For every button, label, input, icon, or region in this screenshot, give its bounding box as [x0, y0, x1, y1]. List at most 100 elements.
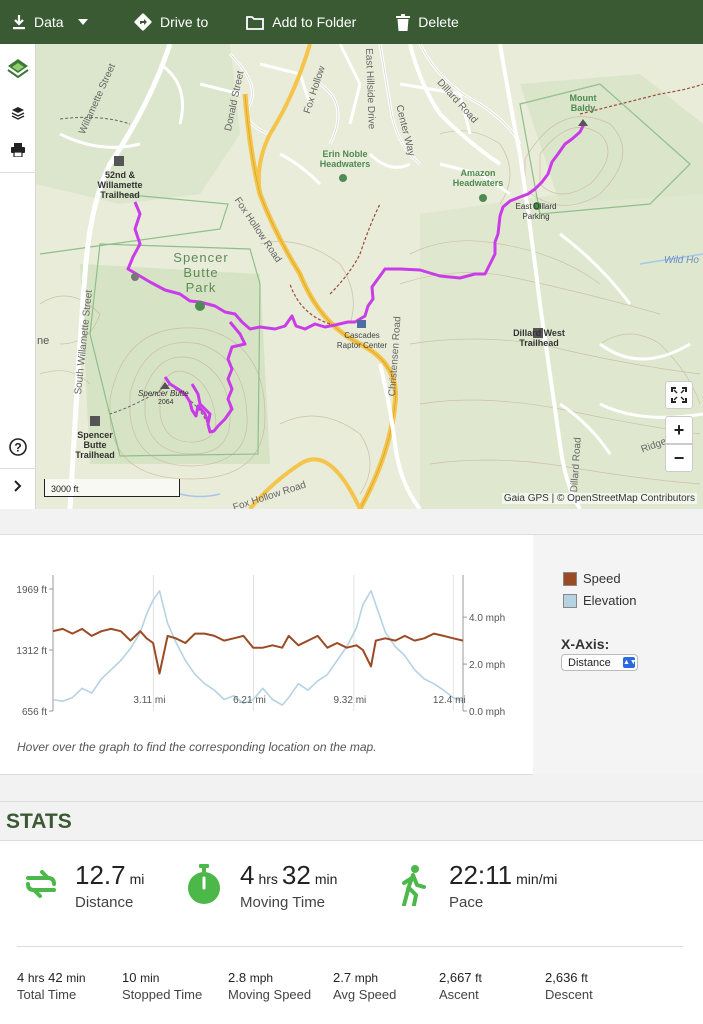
descent-unit: ft	[581, 971, 588, 985]
moving-min-number: 32	[281, 860, 311, 890]
stopped-time-value: 10 min	[122, 970, 202, 985]
distance-unit: mi	[129, 871, 145, 887]
zoom-out-button[interactable]: −	[665, 444, 693, 472]
stat-descent: 2,636 ft Descent	[545, 970, 593, 1002]
stats-title: STATS	[6, 810, 72, 833]
layers-icon	[11, 107, 25, 120]
legend-swatch-speed	[563, 571, 577, 586]
descent-label: Descent	[545, 987, 593, 1002]
map-label-erin-noble-headwaters: Erin Noble Headwaters	[319, 149, 371, 169]
descent-value: 2,636 ft	[545, 970, 593, 985]
plot-area	[53, 575, 463, 711]
fullscreen-icon	[671, 387, 687, 403]
y-left-tick-label: 656 ft	[22, 707, 47, 718]
layers-button[interactable]	[0, 96, 36, 130]
layers-stack-green-icon	[7, 59, 29, 79]
stat-avg-speed: 2.7 mph Avg Speed	[333, 970, 396, 1002]
help-button[interactable]: ?	[0, 430, 36, 464]
minus-icon: −	[673, 447, 685, 468]
avg-speed-unit: mph	[354, 971, 379, 985]
stats-divider	[17, 946, 683, 947]
map-label-wild-hog: Wild Ho	[664, 255, 699, 266]
avg-speed-number: 2.7	[333, 970, 352, 985]
y-right-tick-label: 4.0 mph	[469, 613, 505, 624]
map-label-east-dillard-parking: East Dillard Parking	[515, 202, 557, 221]
stat-pace-value: 22:11 min/mi	[449, 860, 561, 891]
map-label-ne: ne	[37, 335, 50, 347]
map-styles-button[interactable]	[0, 52, 36, 86]
stopped-time-unit: min	[140, 971, 160, 985]
expand-panel-button[interactable]	[0, 469, 36, 503]
x-tick-label: 12.4 mi	[433, 695, 466, 706]
elevation-speed-chart[interactable]: 1969 ft 1312 ft 656 ft 4.0 mph 2.0 mph 0.0 mp…	[0, 535, 533, 735]
x-tick-label: 9.32 mi	[333, 695, 366, 706]
fullscreen-button[interactable]	[665, 381, 693, 409]
map-left-rail: ?	[0, 44, 36, 509]
trash-icon	[396, 13, 411, 31]
print-icon	[11, 143, 25, 157]
total-time-label: Total Time	[17, 987, 77, 1002]
walking-person-icon	[402, 865, 426, 906]
y-left-tick-label: 1312 ft	[16, 646, 47, 657]
ascent-value: 2,667 ft	[439, 970, 482, 985]
graph-hover-hint: Hover over the graph to find the corresp…	[17, 740, 377, 754]
svg-text:?: ?	[14, 441, 21, 455]
total-time-value: 4 hrs 42 min	[17, 970, 86, 985]
moving-min-unit: min	[314, 871, 338, 887]
x-tick-label: 6.21 mi	[233, 695, 266, 706]
map-label-dillard-west-trailhead: Dillard West Trailhead	[513, 328, 565, 348]
ascent-label: Ascent	[439, 987, 479, 1002]
avg-speed-value: 2.7 mph	[333, 970, 396, 985]
section-gap	[0, 509, 703, 535]
map-view[interactable]: Spencer Butte Park Willamette Street Sou…	[0, 44, 703, 509]
stopwatch-icon	[188, 864, 220, 904]
data-menu-button[interactable]: Data	[0, 0, 118, 44]
y-right-tick-label: 2.0 mph	[469, 660, 505, 671]
zoom-in-button[interactable]: +	[665, 416, 693, 444]
x-axis-title: X-Axis:	[561, 636, 610, 652]
data-menu-label: Data	[34, 14, 64, 30]
map-label-52nd-trailhead: 52nd & Willamette Trailhead	[97, 170, 143, 200]
stats-header: STATS	[0, 801, 703, 841]
delete-button[interactable]: Delete	[396, 0, 459, 44]
ascent-number: 2,667	[439, 970, 472, 985]
stat-pace-label: Pace	[449, 894, 484, 911]
stat-ascent: 2,667 ft Ascent	[439, 970, 482, 1002]
legend-swatch-elevation	[563, 593, 577, 608]
help-icon: ?	[9, 438, 27, 456]
distance-number: 12.7	[75, 860, 126, 890]
stat-distance-value: 12.7 mi	[75, 860, 148, 891]
total-time-min: 42	[48, 970, 63, 985]
add-to-folder-button[interactable]: Add to Folder	[246, 0, 356, 44]
stat-stopped-time: 10 min Stopped Time	[122, 970, 202, 1002]
legend-item-speed: Speed	[563, 571, 621, 586]
ascent-unit: ft	[475, 971, 482, 985]
map-label-spencer-butte-trailhead: Spencer Butte Trailhead	[75, 430, 115, 460]
map-attribution[interactable]: Gaia GPS | © OpenStreetMap Contributors	[501, 493, 697, 504]
stat-moving-speed: 2.8 mph Moving Speed	[228, 970, 311, 1002]
stat-moving-time-label: Moving Time	[240, 894, 326, 911]
pace-unit: min/mi	[516, 871, 558, 887]
drive-to-button[interactable]: Drive to	[134, 0, 208, 44]
x-axis-select[interactable]: Distance ▲▼	[561, 654, 638, 671]
delete-label: Delete	[418, 14, 459, 30]
x-axis-select-value: Distance	[568, 657, 611, 669]
descent-number: 2,636	[545, 970, 578, 985]
toolbar: Data Drive to Add to Folder Delete	[0, 0, 703, 44]
stat-total-time: 4 hrs 42 min Total Time	[17, 970, 86, 1002]
add-to-folder-label: Add to Folder	[272, 14, 357, 30]
x-tick-label: 3.11 mi	[133, 695, 165, 706]
total-time-hrs: 4	[17, 970, 25, 985]
stat-moving-time-value: 4 hrs 32 min	[240, 860, 341, 891]
moving-speed-label: Moving Speed	[228, 987, 312, 1002]
map-label-amazon-headwaters: Amazon Headwaters	[452, 168, 504, 188]
stopped-time-number: 10	[122, 970, 137, 985]
map-label-hillside-drive: East Hillside Drive	[363, 47, 377, 130]
pace-number: 22:11	[449, 860, 513, 890]
moving-speed-number: 2.8	[228, 970, 247, 985]
map-scale-bar: 3000 ft	[44, 479, 180, 497]
scale-label: 3000 ft	[51, 484, 79, 494]
map-label-spencer-butte-elevation: 2064	[158, 399, 174, 406]
total-time-min-unit: min	[66, 971, 86, 985]
print-button[interactable]	[0, 133, 36, 167]
